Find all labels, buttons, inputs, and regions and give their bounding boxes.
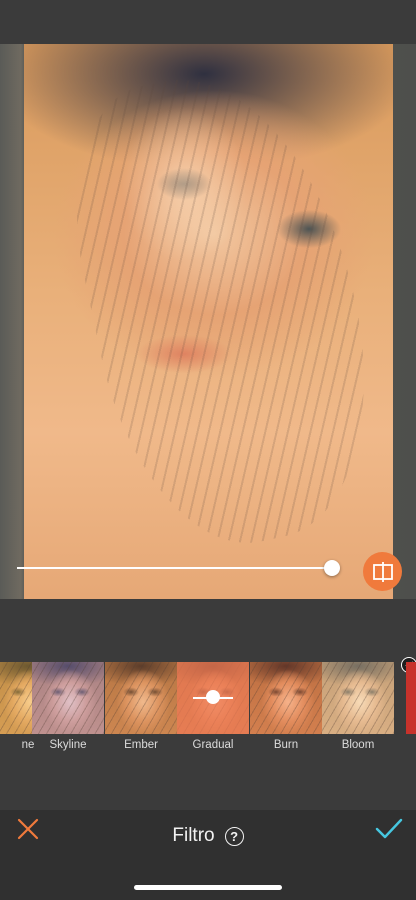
filter-strip[interactable]: ne Skyline Ember Gradual Burn Bloom — [0, 662, 416, 756]
filter-thumbnail — [105, 662, 177, 734]
filter-thumbnail — [250, 662, 322, 734]
filter-thumbnail — [32, 662, 104, 734]
filter-strength-knob[interactable] — [206, 690, 220, 704]
top-bar — [0, 0, 416, 44]
fern-overlay — [47, 52, 393, 566]
filter-label: Ember — [124, 739, 158, 751]
compare-button[interactable] — [363, 552, 402, 591]
fern-overlay — [250, 662, 322, 734]
home-indicator — [134, 885, 282, 890]
checkmark-icon — [375, 818, 403, 839]
fern-overlay — [322, 662, 394, 734]
help-icon[interactable]: ? — [224, 826, 244, 846]
filter-item-bloom[interactable]: Bloom — [322, 662, 394, 756]
filter-label: Bloom — [341, 739, 375, 751]
photo-preview — [24, 44, 393, 599]
filter-item-gradual[interactable]: Gradual — [177, 662, 249, 756]
confirm-button[interactable] — [374, 816, 404, 842]
page-title: Filtro — [172, 825, 215, 846]
toolbar-title-group: Filtro ? — [0, 825, 416, 847]
filter-item-ember[interactable]: Ember — [105, 662, 177, 756]
intensity-slider-knob[interactable] — [324, 560, 340, 576]
filter-label: Burn — [273, 739, 299, 751]
filter-item-burn[interactable]: Burn — [250, 662, 322, 756]
fern-overlay — [105, 662, 177, 734]
photo-editor-canvas[interactable] — [0, 44, 416, 599]
filter-thumbnail — [322, 662, 394, 734]
filter-label: Gradual — [192, 739, 234, 751]
fern-overlay — [32, 662, 104, 734]
next-filter-pack-thumbnail[interactable] — [406, 662, 416, 734]
split-compare-icon — [372, 561, 393, 582]
filter-label: Skyline — [49, 739, 87, 751]
filter-item-skyline[interactable]: Skyline — [32, 662, 104, 756]
filter-thumbnail — [177, 662, 249, 734]
intensity-slider-track[interactable] — [17, 567, 332, 569]
